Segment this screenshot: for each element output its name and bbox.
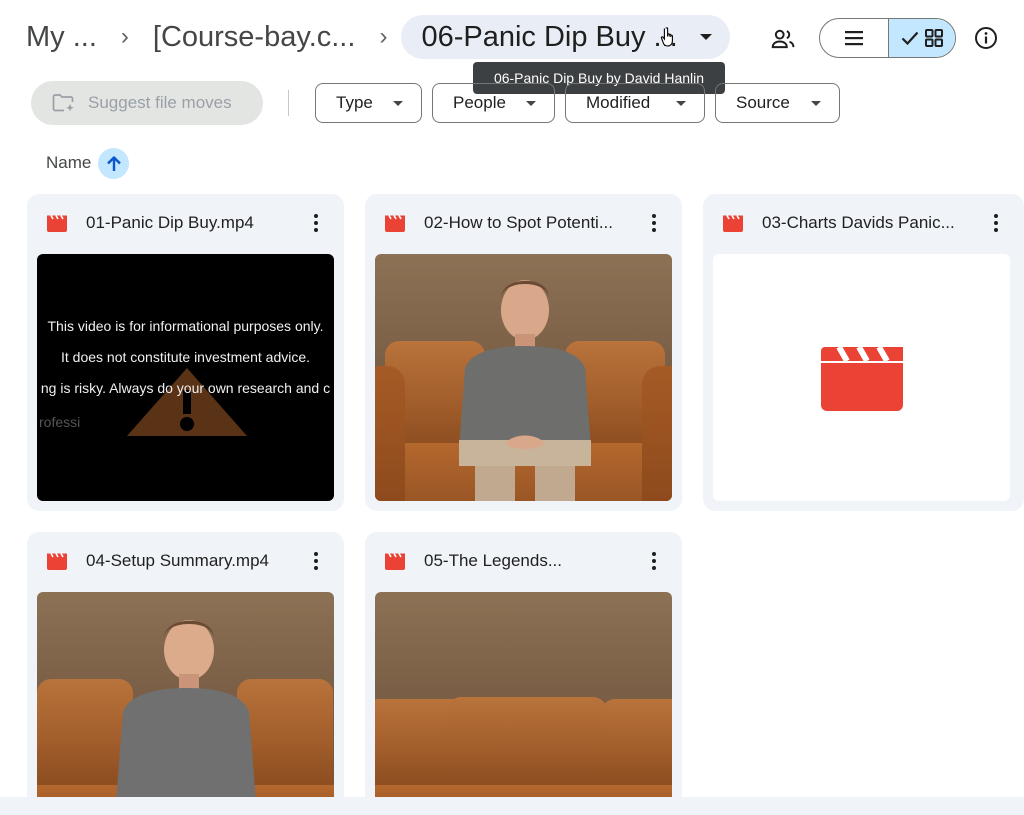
filter-people-chip[interactable]: People — [432, 83, 555, 123]
sofa-cushion — [601, 699, 672, 789]
video-file-icon — [47, 553, 67, 570]
sort-by-name-label[interactable]: Name — [46, 153, 91, 173]
filter-source-chip[interactable]: Source — [715, 83, 840, 123]
disclaimer-line: rofessi — [39, 414, 81, 430]
filter-type-chip[interactable]: Type — [315, 83, 422, 123]
filter-source-label: Source — [736, 93, 790, 112]
disclaimer-line: It does not constitute investment advice… — [60, 349, 311, 365]
file-name: 02-How to Spot Potenti... — [424, 213, 613, 232]
file-card[interactable]: 03-Charts Davids Panic... — [703, 194, 1024, 511]
bottom-edge — [0, 797, 1024, 815]
filter-type-label: Type — [336, 93, 373, 112]
breadcrumb: My ... › [Course-bay.c... › 06-Panic Dip… — [14, 14, 730, 60]
suggest-file-moves-label: Suggest file moves — [88, 93, 232, 112]
dropdown-arrow-icon — [811, 101, 821, 106]
file-card-header: 01-Panic Dip Buy.mp4 — [27, 194, 344, 252]
suggest-file-moves-button: Suggest file moves — [31, 81, 263, 125]
file-name: 03-Charts Davids Panic... — [762, 213, 955, 232]
sofa-arm — [642, 366, 672, 501]
file-card[interactable]: 05-The Legends... — [365, 532, 682, 815]
view-toggle — [819, 18, 956, 58]
list-view-button[interactable] — [820, 19, 888, 57]
file-card-header: 03-Charts Davids Panic... — [703, 194, 1024, 252]
grid-view-button[interactable] — [888, 19, 955, 57]
file-card-header: 04-Setup Summary.mp4 — [27, 532, 344, 590]
breadcrumb-separator: › — [120, 23, 129, 50]
file-name: 04-Setup Summary.mp4 — [86, 551, 269, 570]
video-thumbnail[interactable] — [375, 254, 672, 501]
sofa-cushion — [447, 697, 607, 789]
current-folder-button[interactable]: 06-Panic Dip Buy ... — [401, 15, 730, 59]
video-file-icon — [723, 215, 743, 232]
list-icon — [845, 31, 863, 46]
filter-modified-chip[interactable]: Modified — [565, 83, 705, 123]
info-icon[interactable] — [974, 26, 998, 50]
folder-sparkle-icon — [52, 94, 74, 112]
more-actions-icon[interactable] — [644, 551, 664, 571]
more-actions-icon[interactable] — [306, 213, 326, 233]
toolbar-divider — [288, 90, 289, 116]
manage-access-icon[interactable] — [770, 26, 796, 52]
video-file-icon — [385, 553, 405, 570]
disclaimer-line: ng is risky. Always do your own research… — [40, 380, 331, 396]
more-actions-icon[interactable] — [644, 213, 664, 233]
disclaimer-line: This video is for informational purposes… — [47, 318, 324, 334]
breadcrumb-item-course-bay[interactable]: [Course-bay.c... — [141, 21, 368, 54]
dropdown-arrow-icon — [393, 101, 403, 106]
grid-icon — [925, 29, 943, 47]
arrow-up-icon — [106, 155, 121, 171]
more-actions-icon[interactable] — [306, 551, 326, 571]
file-name: 01-Panic Dip Buy.mp4 — [86, 213, 254, 232]
presenter-figure — [115, 620, 257, 815]
check-icon — [901, 31, 919, 45]
file-card[interactable]: 04-Setup Summary.mp4 — [27, 532, 344, 815]
video-thumbnail[interactable] — [375, 592, 672, 815]
sort-direction-button[interactable] — [98, 148, 129, 179]
warning-icon — [127, 368, 247, 436]
presenter-figure — [459, 280, 591, 501]
sofa-arm — [375, 366, 405, 501]
file-name: 05-The Legends... — [424, 551, 562, 570]
filter-people-label: People — [453, 93, 506, 112]
chevron-down-icon — [699, 34, 712, 40]
file-card[interactable]: 02-How to Spot Potenti... — [365, 194, 682, 511]
dropdown-arrow-icon — [676, 101, 686, 106]
video-thumbnail[interactable] — [37, 592, 334, 815]
video-thumbnail[interactable]: This video is for informational purposes… — [37, 254, 334, 501]
breadcrumb-separator: › — [379, 23, 388, 50]
file-card-header: 02-How to Spot Potenti... — [365, 194, 682, 252]
video-file-icon — [385, 215, 405, 232]
current-folder-label: 06-Panic Dip Buy ... — [421, 20, 678, 53]
filter-modified-label: Modified — [586, 93, 651, 112]
more-actions-icon[interactable] — [986, 213, 1006, 233]
file-card-header: 05-The Legends... — [365, 532, 682, 590]
dropdown-arrow-icon — [526, 101, 536, 106]
video-file-icon — [820, 345, 903, 411]
breadcrumb-item-my-drive[interactable]: My ... — [14, 21, 109, 54]
hand-cursor-icon — [660, 27, 673, 47]
video-file-icon — [47, 215, 67, 232]
file-card[interactable]: 01-Panic Dip Buy.mp4 This video is for i… — [27, 194, 344, 511]
video-thumbnail[interactable] — [713, 254, 1010, 501]
